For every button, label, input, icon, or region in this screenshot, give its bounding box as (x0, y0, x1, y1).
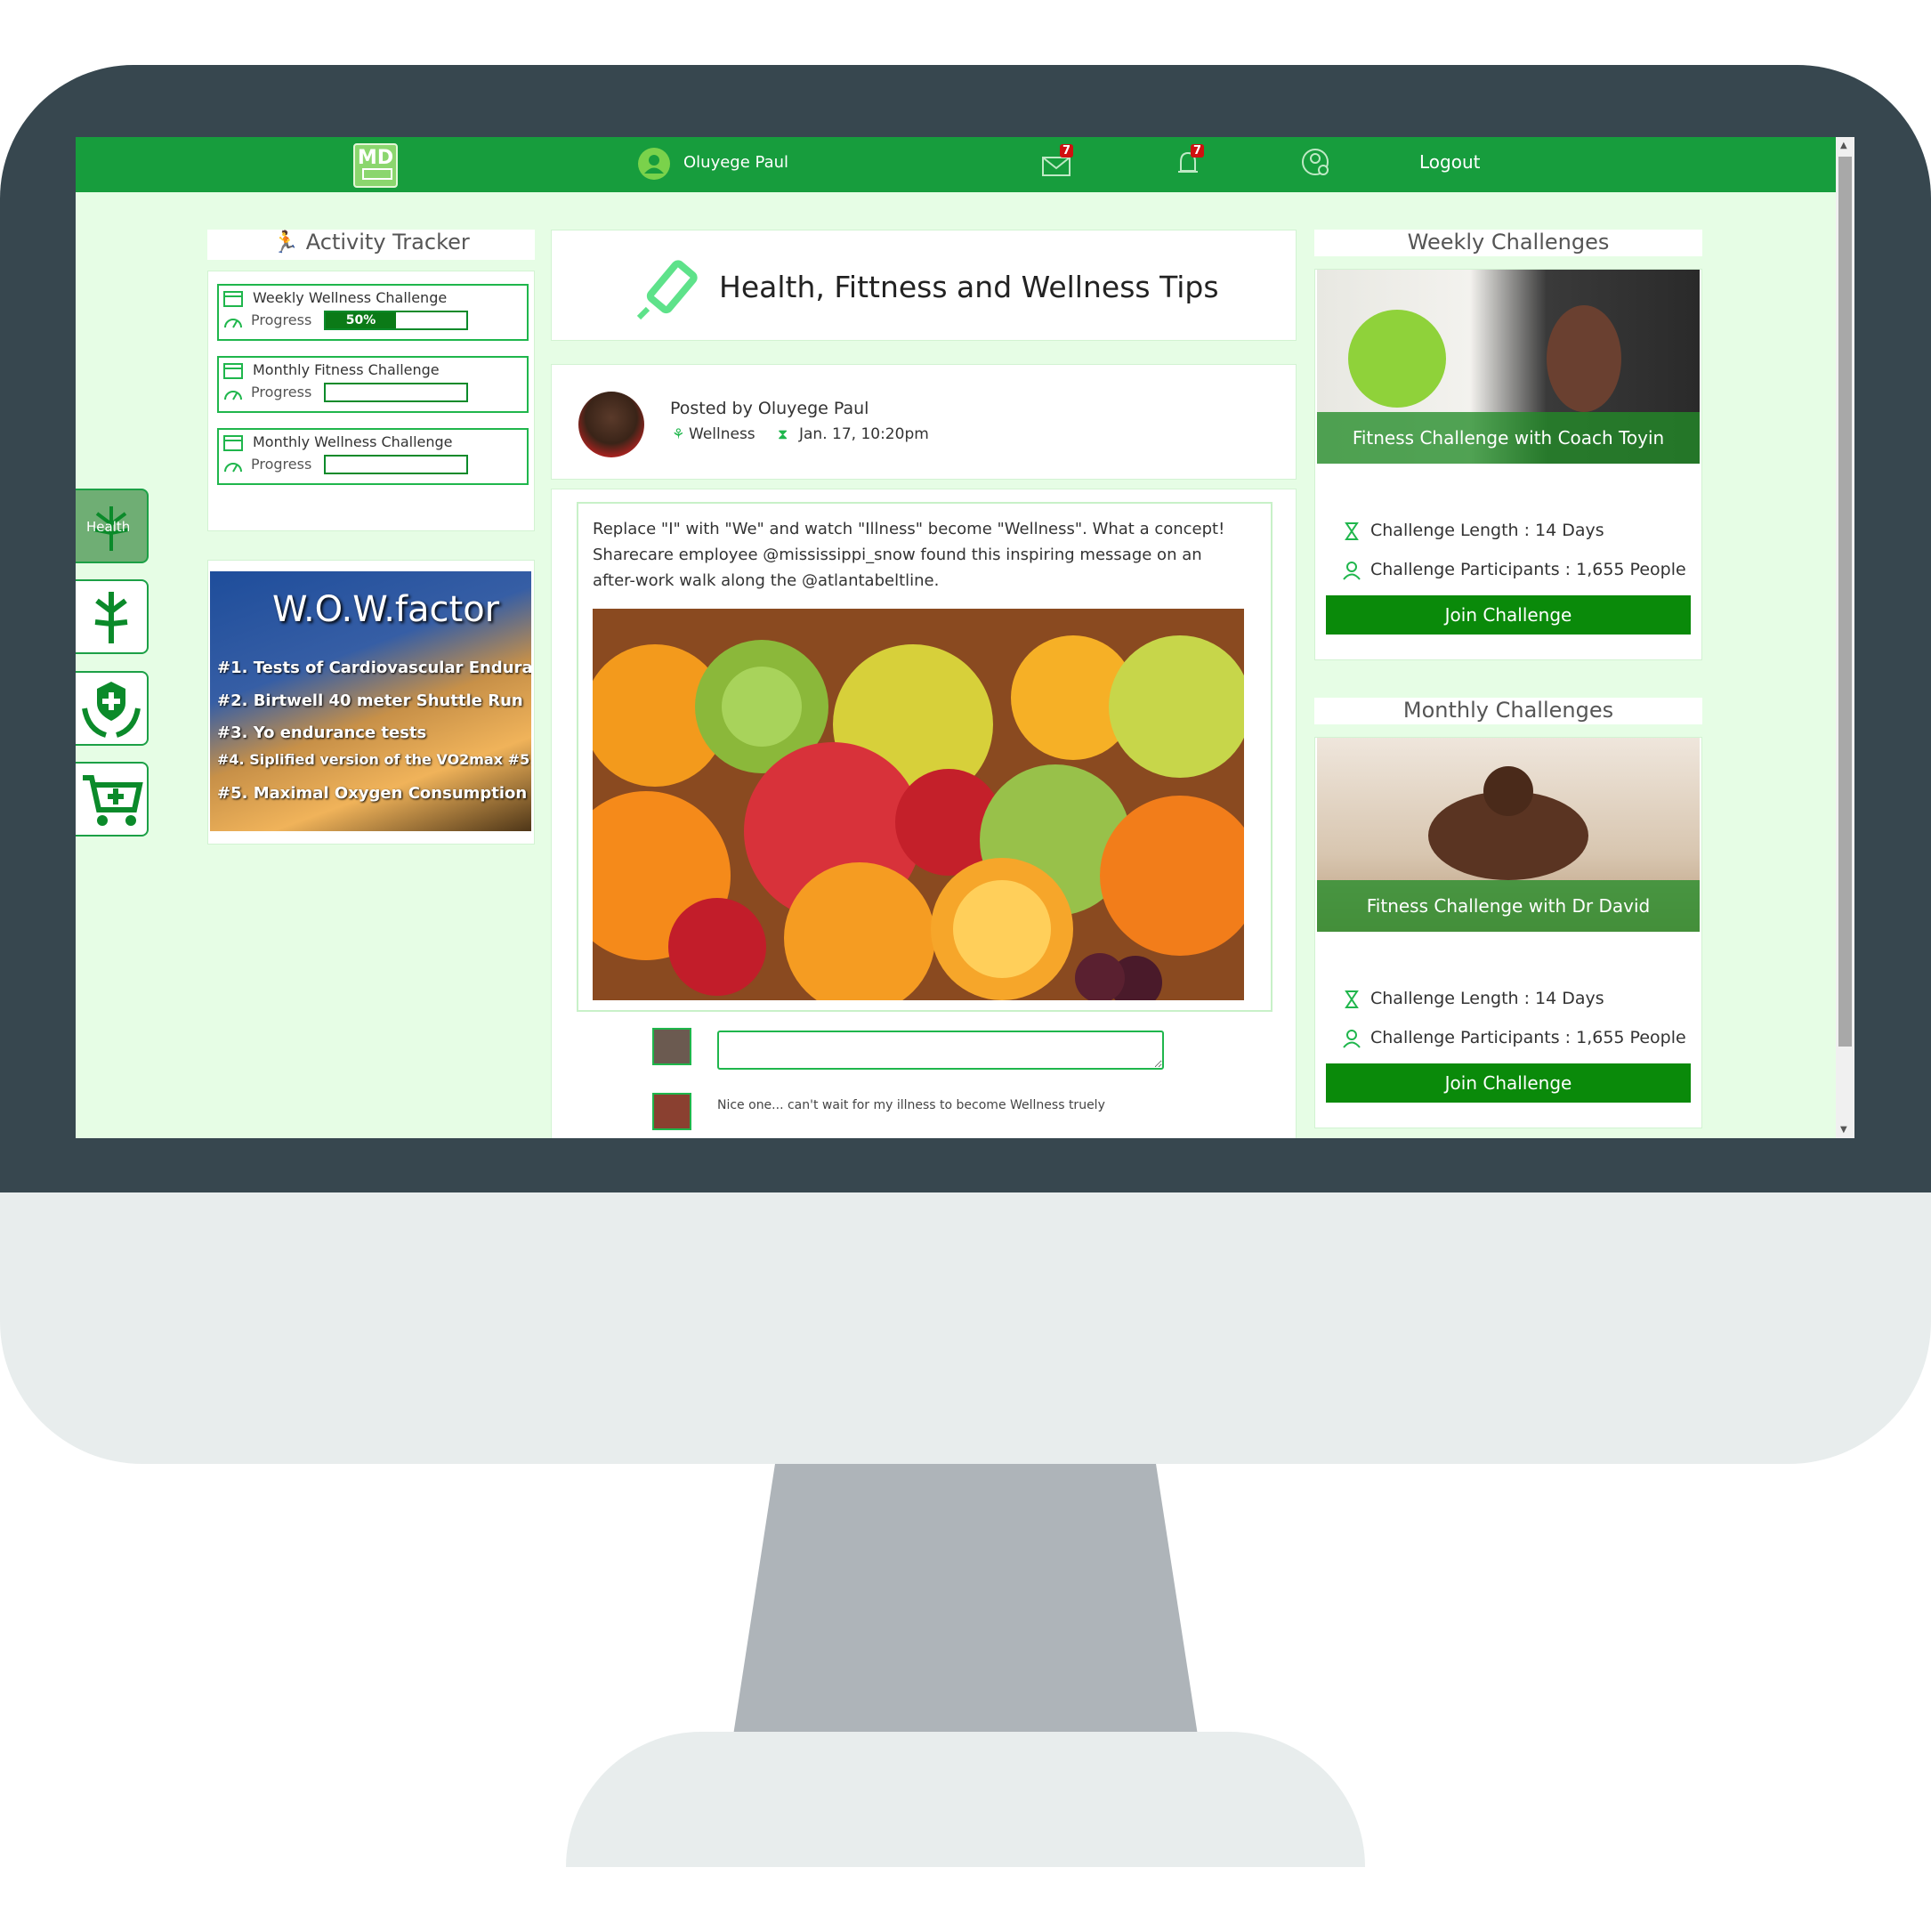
tracker-progress-label: Progress (251, 311, 312, 328)
scrollbar[interactable]: ▲ ▼ (1836, 137, 1854, 1138)
calendar-icon (223, 291, 243, 307)
page-title: Health, Fittness and Wellness Tips (719, 270, 1219, 304)
poster-title: W.O.W.factor (272, 589, 500, 630)
hourglass-icon: ⧗ (778, 425, 788, 442)
shield-hands-icon (82, 682, 141, 738)
user-icon (1343, 1030, 1361, 1048)
progress-bar (324, 383, 468, 402)
wow-factor-poster[interactable]: W.O.W.factor #1. Tests of Cardiovascular… (210, 571, 531, 831)
monthly-challenge-card: Fitness Challenge with Dr David Challeng… (1314, 737, 1702, 1128)
tracker-item-title: Monthly Wellness Challenge (253, 433, 453, 450)
post-date: Jan. 17, 10:20pm (799, 425, 929, 443)
logout-link[interactable]: Logout (1419, 151, 1480, 173)
tracker-progress-label: Progress (251, 456, 312, 473)
hourglass-icon (1345, 522, 1359, 540)
poster-line: #5. Maximal Oxygen Consumption Test (217, 784, 531, 803)
tracker-item[interactable]: Monthly Fitness Challenge Progress (217, 356, 529, 413)
weekly-challenge-card: Fitness Challenge with Coach Toyin Chall… (1314, 269, 1702, 660)
author-avatar[interactable] (578, 392, 644, 457)
monitor-stand-neck (733, 1464, 1198, 1735)
logo-text: MD (357, 147, 394, 169)
account-settings-icon[interactable] (1299, 146, 1335, 182)
progress-bar-fill: 50% (326, 312, 396, 328)
activity-tracker-title: Activity Tracker (305, 230, 470, 255)
join-challenge-button[interactable]: Join Challenge (1326, 1063, 1691, 1103)
post-content-box: Replace "I" with "We" and watch "Illness… (577, 502, 1273, 1012)
notifications-badge: 7 (1190, 144, 1204, 158)
progress-bar: 50% (324, 311, 468, 330)
fruit-image (593, 609, 1244, 1000)
hourglass-icon (1345, 990, 1359, 1008)
sidebar-item-insurance[interactable] (76, 671, 149, 746)
poster-line: #1. Tests of Cardiovascular Endurance (217, 659, 531, 677)
tracker-progress-label: Progress (251, 384, 312, 400)
poster-line: #4. Siplified version of the VO2max #5. … (217, 751, 531, 768)
app-screen: MD Oluyege Paul 7 7 Logout ▲ ▼ Health 🏃 … (76, 137, 1854, 1138)
monthly-challenge-image[interactable]: Fitness Challenge with Dr David (1317, 738, 1700, 932)
tracker-item-title: Monthly Fitness Challenge (253, 361, 440, 378)
monthly-challenges-header: Monthly Challenges (1314, 698, 1702, 724)
monthly-challenge-participants: Challenge Participants : 1,655 People (1370, 1028, 1686, 1047)
comment-author-avatar (652, 1093, 691, 1130)
calendar-icon (223, 435, 243, 451)
user-avatar-icon[interactable] (638, 148, 670, 180)
post-text: Replace "I" with "We" and watch "Illness… (593, 520, 1225, 590)
messages-badge: 7 (1059, 144, 1073, 158)
sidebar-item-wellness[interactable] (76, 579, 149, 654)
join-challenge-button[interactable]: Join Challenge (1326, 595, 1691, 635)
sidebar-health-label: Health (86, 519, 131, 535)
sidebar-item-health[interactable]: Health (76, 489, 149, 563)
comment-text: Nice one... can't wait for my illness to… (717, 1098, 1105, 1112)
activity-tracker-header: 🏃 Activity Tracker (207, 230, 535, 260)
weekly-challenge-image[interactable]: Fitness Challenge with Coach Toyin (1317, 270, 1700, 464)
weekly-challenge-length: Challenge Length : 14 Days (1370, 521, 1604, 540)
post-header-panel: Posted by Oluyege Paul ⚘ Wellness ⧗ Jan.… (551, 364, 1297, 480)
notifications-bell-icon[interactable]: 7 (1170, 144, 1206, 182)
treadmill-icon: 🏃 (272, 230, 300, 255)
tips-title-panel: Health, Fittness and Wellness Tips (551, 230, 1297, 341)
monthly-challenge-length: Challenge Length : 14 Days (1370, 989, 1604, 1008)
calendar-icon (223, 363, 243, 379)
scrollbar-thumb[interactable] (1838, 157, 1852, 1047)
gauge-icon (224, 391, 242, 400)
weekly-challenges-header: Weekly Challenges (1314, 230, 1702, 256)
top-navbar: MD Oluyege Paul 7 7 Logout (76, 137, 1836, 192)
user-icon (1343, 562, 1361, 580)
activity-tracker-panel: Weekly Wellness Challenge Progress 50% M… (207, 271, 535, 531)
gauge-icon (224, 463, 242, 473)
commenter-avatar (652, 1028, 691, 1065)
monitor-chin (0, 1192, 1931, 1464)
scroll-up-arrow-icon[interactable]: ▲ (1840, 141, 1847, 150)
wellness-plant-icon (94, 592, 128, 643)
poster-line: #2. Birtwell 40 meter Shuttle Run (217, 691, 523, 710)
gauge-icon (224, 319, 242, 328)
app-logo[interactable]: MD (353, 143, 398, 188)
monthly-challenge-caption: Fitness Challenge with Dr David (1317, 880, 1700, 932)
progress-bar (324, 455, 468, 474)
category-tree-icon: ⚘ (672, 425, 685, 442)
highlighter-pen-icon (636, 260, 698, 320)
monitor-stand-base (566, 1732, 1365, 1867)
medical-cart-icon (83, 775, 143, 826)
weekly-challenge-participants: Challenge Participants : 1,655 People (1370, 560, 1686, 579)
weekly-challenge-caption: Fitness Challenge with Coach Toyin (1317, 412, 1700, 464)
scroll-down-arrow-icon[interactable]: ▼ (1840, 1125, 1847, 1135)
messages-icon[interactable]: 7 (1039, 144, 1075, 182)
user-name-link[interactable]: Oluyege Paul (683, 153, 788, 172)
posted-by: Posted by Oluyege Paul (670, 399, 869, 418)
tracker-item[interactable]: Weekly Wellness Challenge Progress 50% (217, 284, 529, 341)
sidebar-item-pharmacy-cart[interactable] (76, 762, 149, 837)
poster-line: #3. Yo endurance tests (217, 723, 427, 742)
tracker-item[interactable]: Monthly Wellness Challenge Progress (217, 428, 529, 485)
tracker-item-title: Weekly Wellness Challenge (253, 289, 448, 306)
comment-input[interactable] (717, 1031, 1164, 1070)
post-category[interactable]: Wellness (689, 425, 755, 443)
